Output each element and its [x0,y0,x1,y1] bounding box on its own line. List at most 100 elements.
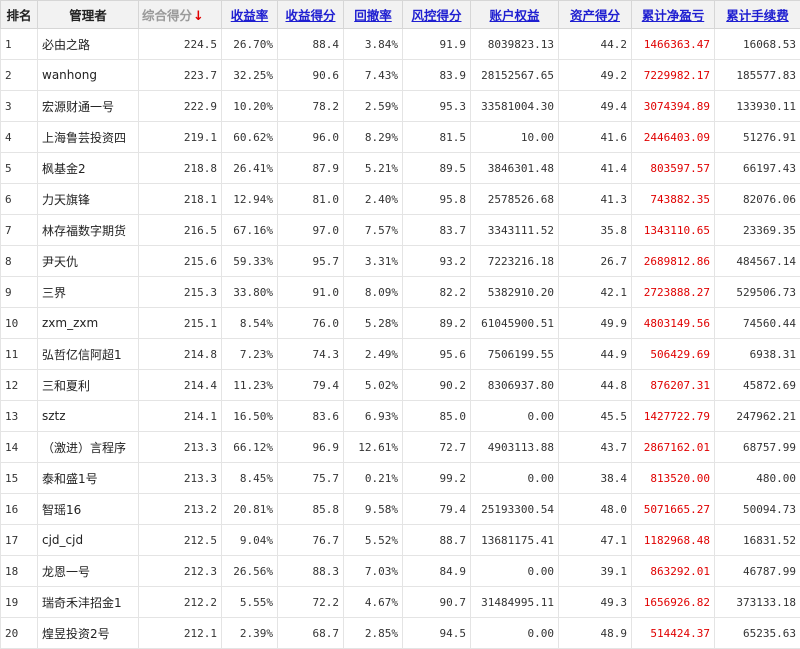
account-equity-cell: 31484995.11 [471,587,559,618]
risk-score-cell: 90.7 [403,587,471,618]
header-account-equity[interactable]: 账户权益 [471,1,559,29]
ranking-table: 排名管理者综合得分↓收益率收益得分回撤率风控得分账户权益资产得分累计净盈亏累计手… [0,0,800,649]
manager-cell: 弘哲亿信阿超1 [38,339,139,370]
header-return-score[interactable]: 收益得分 [278,1,344,29]
return-score-cell: 96.0 [278,122,344,153]
drawdown-rate-cell: 2.40% [344,184,403,215]
account-equity-cell: 8306937.80 [471,370,559,401]
header-drawdown-rate-label: 回撤率 [354,8,392,23]
return-rate-cell: 10.20% [222,91,278,122]
manager-cell: 林存福数字期货 [38,215,139,246]
risk-score-cell: 89.2 [403,308,471,339]
rank-cell: 9 [1,277,38,308]
composite-score-cell: 218.8 [139,153,222,184]
rank-cell: 16 [1,494,38,525]
asset-score-cell: 43.7 [559,432,632,463]
return-rate-cell: 2.39% [222,618,278,649]
return-score-cell: 72.2 [278,587,344,618]
cumulative-fees-cell: 66197.43 [715,153,800,184]
header-risk-score[interactable]: 风控得分 [403,1,471,29]
manager-cell: 枫基金2 [38,153,139,184]
account-equity-cell: 5382910.20 [471,277,559,308]
sort-descending-icon[interactable]: ↓ [193,9,204,24]
header-drawdown-rate[interactable]: 回撤率 [344,1,403,29]
return-rate-cell: 26.56% [222,556,278,587]
return-rate-cell: 8.45% [222,463,278,494]
header-manager-label: 管理者 [69,8,107,23]
composite-score-cell: 219.1 [139,122,222,153]
cumulative-pnl-cell: 1466363.47 [632,29,715,60]
return-rate-cell: 11.23% [222,370,278,401]
account-equity-cell: 4903113.88 [471,432,559,463]
table-body: 1必由之路224.526.70%88.43.84%91.98039823.134… [1,29,800,649]
return-rate-cell: 32.25% [222,60,278,91]
account-equity-cell: 0.00 [471,401,559,432]
risk-score-cell: 83.9 [403,60,471,91]
header-cumulative-pnl[interactable]: 累计净盈亏 [632,1,715,29]
rank-cell: 3 [1,91,38,122]
cumulative-fees-cell: 373133.18 [715,587,800,618]
return-rate-cell: 33.80% [222,277,278,308]
table-row: 10zxm_zxm215.18.54%76.05.28%89.261045900… [1,308,800,339]
rank-cell: 13 [1,401,38,432]
manager-cell: 瑞奇禾沣招金1 [38,587,139,618]
return-rate-cell: 12.94% [222,184,278,215]
header-asset-score[interactable]: 资产得分 [559,1,632,29]
asset-score-cell: 44.8 [559,370,632,401]
composite-score-cell: 214.4 [139,370,222,401]
account-equity-cell: 2578526.68 [471,184,559,215]
composite-score-cell: 222.9 [139,91,222,122]
asset-score-cell: 35.8 [559,215,632,246]
manager-cell: 智瑶16 [38,494,139,525]
drawdown-rate-cell: 7.03% [344,556,403,587]
table-row: 4上海鲁芸投资四219.160.62%96.08.29%81.510.0041.… [1,122,800,153]
asset-score-cell: 38.4 [559,463,632,494]
risk-score-cell: 85.0 [403,401,471,432]
cumulative-fees-cell: 50094.73 [715,494,800,525]
account-equity-cell: 3343111.52 [471,215,559,246]
return-rate-cell: 26.70% [222,29,278,60]
rank-cell: 6 [1,184,38,215]
cumulative-fees-cell: 45872.69 [715,370,800,401]
return-rate-cell: 5.55% [222,587,278,618]
manager-cell: 泰和盛1号 [38,463,139,494]
table-row: 20煌昱投资2号212.12.39%68.72.85%94.50.0048.95… [1,618,800,649]
cumulative-pnl-cell: 1343110.65 [632,215,715,246]
header-return-score-label: 收益得分 [285,8,335,23]
asset-score-cell: 49.4 [559,91,632,122]
header-composite-score-label: 综合得分 [142,8,192,23]
rank-cell: 17 [1,525,38,556]
composite-score-cell: 212.1 [139,618,222,649]
return-score-cell: 87.9 [278,153,344,184]
asset-score-cell: 41.3 [559,184,632,215]
risk-score-cell: 95.8 [403,184,471,215]
header-cumulative-fees[interactable]: 累计手续费 [715,1,800,29]
header-composite-score[interactable]: 综合得分↓ [139,1,222,29]
rank-cell: 8 [1,246,38,277]
rank-cell: 5 [1,153,38,184]
header-return-rate[interactable]: 收益率 [222,1,278,29]
rank-cell: 14 [1,432,38,463]
asset-score-cell: 49.3 [559,587,632,618]
composite-score-cell: 214.8 [139,339,222,370]
drawdown-rate-cell: 5.21% [344,153,403,184]
drawdown-rate-cell: 2.49% [344,339,403,370]
cumulative-fees-cell: 247962.21 [715,401,800,432]
return-score-cell: 81.0 [278,184,344,215]
composite-score-cell: 224.5 [139,29,222,60]
header-asset-score-label: 资产得分 [570,8,620,23]
header-cumulative-fees-label: 累计手续费 [726,8,789,23]
return-score-cell: 76.0 [278,308,344,339]
composite-score-cell: 212.5 [139,525,222,556]
cumulative-pnl-cell: 7229982.17 [632,60,715,91]
drawdown-rate-cell: 5.28% [344,308,403,339]
account-equity-cell: 0.00 [471,463,559,494]
cumulative-pnl-cell: 1656926.82 [632,587,715,618]
account-equity-cell: 25193300.54 [471,494,559,525]
table-row: 15泰和盛1号213.38.45%75.70.21%99.20.0038.481… [1,463,800,494]
cumulative-fees-cell: 529506.73 [715,277,800,308]
composite-score-cell: 215.6 [139,246,222,277]
manager-cell: 煌昱投资2号 [38,618,139,649]
drawdown-rate-cell: 2.85% [344,618,403,649]
manager-cell: 必由之路 [38,29,139,60]
